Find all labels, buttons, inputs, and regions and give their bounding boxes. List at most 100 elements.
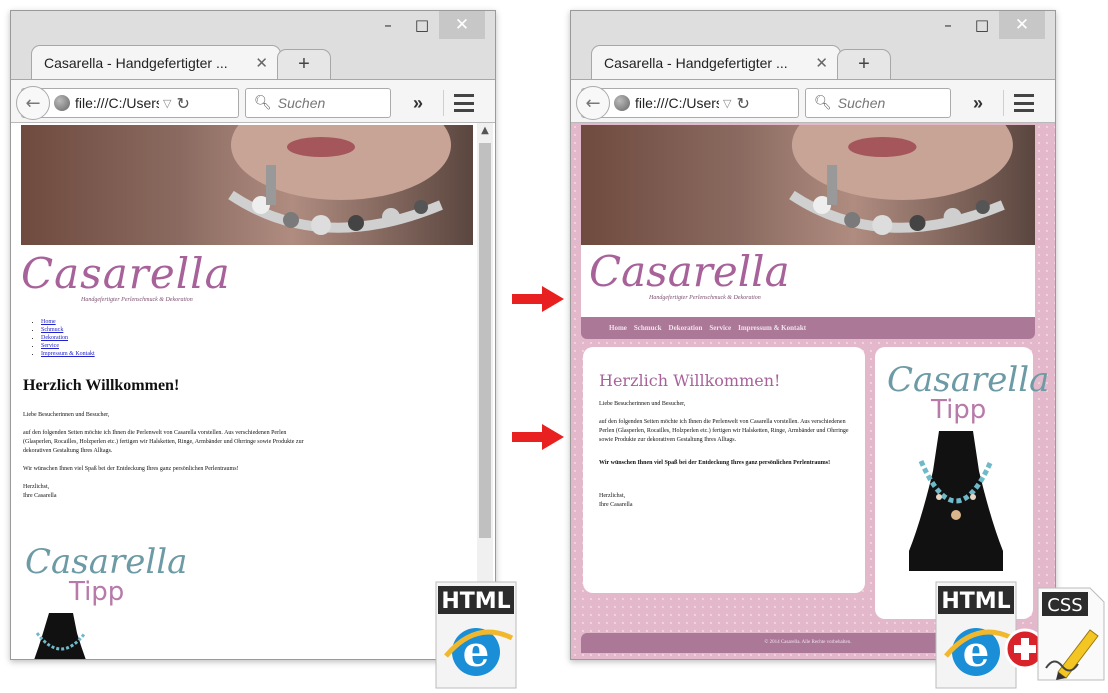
- browser-window-styled: – □ ✕ Casarella - Handgefertigter ... ✕ …: [570, 10, 1056, 660]
- nav-link-schmuck[interactable]: Schmuck: [41, 327, 63, 333]
- reload-icon[interactable]: ↻: [176, 94, 189, 113]
- nav-link-service[interactable]: Service: [709, 324, 731, 332]
- minimize-icon[interactable]: –: [931, 11, 965, 39]
- tab-title: Casarella - Handgefertigter ...: [44, 54, 228, 71]
- search-icon: 🔍︎: [814, 95, 832, 111]
- dropdown-icon[interactable]: ▽: [723, 97, 731, 110]
- site-nav-list: Home Schmuck Dekoration Service Impressu…: [33, 318, 95, 358]
- url-text[interactable]: file:///C:/Users: [635, 95, 719, 111]
- globe-icon: [614, 95, 630, 111]
- wish-paragraph: Wir wünschen Ihnen viel Spaß bei der Ent…: [23, 466, 239, 472]
- overflow-chevron-icon[interactable]: »: [965, 88, 991, 118]
- close-window-icon[interactable]: ✕: [999, 11, 1045, 39]
- tab-strip: Casarella - Handgefertigter ... ✕ +: [571, 41, 1055, 81]
- nav-link-dekoration[interactable]: Dekoration: [669, 324, 703, 332]
- tipp-brand: Casarella: [887, 360, 1050, 400]
- address-bar[interactable]: ← file:///C:/Users, ▽ ↻: [16, 86, 239, 120]
- page-viewport: Casarella Handgefertigter Perlenschmuck …: [571, 123, 1055, 659]
- tipp-sidebar: Casarella Tipp: [875, 347, 1049, 619]
- address-bar[interactable]: ← file:///C:/Users ▽ ↻: [576, 86, 799, 120]
- hamburger-menu-icon[interactable]: [449, 90, 479, 116]
- necklace-bust-image: [909, 431, 1003, 571]
- nav-item-schmuck: Schmuck: [41, 326, 95, 334]
- minimize-icon[interactable]: –: [371, 11, 405, 39]
- search-icon: 🔍︎: [254, 95, 272, 111]
- scroll-thumb[interactable]: [479, 143, 491, 538]
- nav-link-home[interactable]: Home: [41, 319, 56, 325]
- toolbar-separator: [1003, 90, 1004, 116]
- signature: Ihre Casarella: [599, 502, 633, 508]
- search-placeholder: Suchen: [837, 95, 886, 111]
- closing: Herzlichst,: [23, 484, 50, 490]
- search-field[interactable]: 🔍︎ Suchen: [805, 88, 951, 118]
- welcome-text: Liebe Besucherinnen und Besucher, auf de…: [23, 411, 313, 510]
- site-logo: Casarella Handgefertigter Perlenschmuck …: [589, 251, 790, 302]
- page-heading: Herzlich Willkommen!: [599, 371, 781, 390]
- reload-icon[interactable]: ↻: [736, 94, 749, 113]
- comparison-stage: – □ ✕ Casarella - Handgefertigter ... ✕ …: [0, 0, 1108, 693]
- tipp-logo: Casarella Tipp: [25, 545, 187, 605]
- hero-image: [581, 125, 1035, 245]
- nav-link-schmuck[interactable]: Schmuck: [634, 324, 662, 332]
- overflow-chevron-icon[interactable]: »: [405, 88, 431, 118]
- nav-link-home[interactable]: Home: [609, 324, 627, 332]
- logo-text: Casarella: [21, 249, 231, 298]
- window-controls: – □ ✕: [371, 11, 485, 39]
- search-field[interactable]: 🔍︎ Suchen: [245, 88, 391, 118]
- site-logo: Casarella Handgefertigter Perlenschmuck …: [21, 249, 231, 304]
- close-tab-icon[interactable]: ✕: [255, 54, 268, 72]
- html-badge-label: HTML: [941, 589, 1010, 614]
- vertical-scrollbar[interactable]: ▲: [477, 123, 493, 659]
- new-tab-button[interactable]: +: [277, 49, 331, 79]
- toolbar-separator: [443, 90, 444, 116]
- nav-item-dekoration: Dekoration: [41, 334, 95, 342]
- nav-item-service: Service: [41, 342, 95, 350]
- scroll-up-icon[interactable]: ▲: [477, 123, 493, 139]
- welcome-text: Liebe Besucherinnen und Besucher, auf de…: [599, 400, 849, 510]
- globe-icon: [54, 95, 70, 111]
- wish-paragraph: Wir wünschen Ihnen viel Spaß bei der Ent…: [599, 460, 831, 466]
- nav-link-dekoration[interactable]: Dekoration: [41, 335, 68, 341]
- greeting: Liebe Besucherinnen und Besucher,: [23, 412, 110, 418]
- html-badge-label: HTML: [441, 589, 510, 614]
- greeting: Liebe Besucherinnen und Besucher,: [599, 401, 686, 407]
- red-arrow-icon: [512, 424, 564, 450]
- closing: Herzlichst,: [599, 493, 626, 499]
- nav-item-home: Home: [41, 318, 95, 326]
- tipp-logo: Casarella Tipp: [887, 363, 1049, 423]
- tipp-word: Tipp: [69, 577, 125, 607]
- close-window-icon[interactable]: ✕: [439, 11, 485, 39]
- browser-tab[interactable]: Casarella - Handgefertigter ... ✕: [591, 45, 841, 79]
- css-file-icon: CSS: [1037, 587, 1105, 681]
- tab-title: Casarella - Handgefertigter ...: [604, 54, 788, 71]
- tipp-word: Tipp: [931, 395, 987, 425]
- nav-item-impressum: Impressum & Kontakt: [41, 350, 95, 358]
- intro-paragraph: auf den folgenden Seiten möchte ich Ihne…: [599, 419, 849, 443]
- nav-link-impressum[interactable]: Impressum & Kontakt: [41, 351, 95, 357]
- search-placeholder: Suchen: [277, 95, 326, 111]
- maximize-icon[interactable]: □: [965, 11, 999, 39]
- tipp-brand: Casarella: [25, 542, 188, 582]
- nav-link-service[interactable]: Service: [41, 343, 59, 349]
- signature: Ihre Casarella: [23, 493, 57, 499]
- back-arrow-icon[interactable]: ←: [16, 86, 50, 120]
- browser-window-unstyled: – □ ✕ Casarella - Handgefertigter ... ✕ …: [10, 10, 496, 660]
- nav-toolbar: ← file:///C:/Users ▽ ↻ 🔍︎ Suchen »: [571, 79, 1055, 123]
- close-tab-icon[interactable]: ✕: [815, 54, 828, 72]
- red-arrow-icon: [512, 286, 564, 312]
- hamburger-menu-icon[interactable]: [1009, 90, 1039, 116]
- browser-tab[interactable]: Casarella - Handgefertigter ... ✕: [31, 45, 281, 79]
- site-nav-bar: Home Schmuck Dekoration Service Impressu…: [581, 317, 1035, 339]
- nav-toolbar: ← file:///C:/Users, ▽ ↻ 🔍︎ Suchen »: [11, 79, 495, 123]
- css-badge-label: CSS: [1047, 595, 1082, 616]
- intro-paragraph: auf den folgenden Seiten möchte ich Ihne…: [23, 430, 304, 454]
- dropdown-icon[interactable]: ▽: [163, 97, 171, 110]
- page-heading: Herzlich Willkommen!: [23, 377, 180, 394]
- page-viewport: Casarella Handgefertigter Perlenschmuck …: [11, 123, 495, 659]
- new-tab-button[interactable]: +: [837, 49, 891, 79]
- nav-link-impressum[interactable]: Impressum & Kontakt: [738, 324, 806, 332]
- html-file-icon: HTML e: [435, 581, 517, 689]
- url-text[interactable]: file:///C:/Users,: [75, 95, 159, 111]
- back-arrow-icon[interactable]: ←: [576, 86, 610, 120]
- maximize-icon[interactable]: □: [405, 11, 439, 39]
